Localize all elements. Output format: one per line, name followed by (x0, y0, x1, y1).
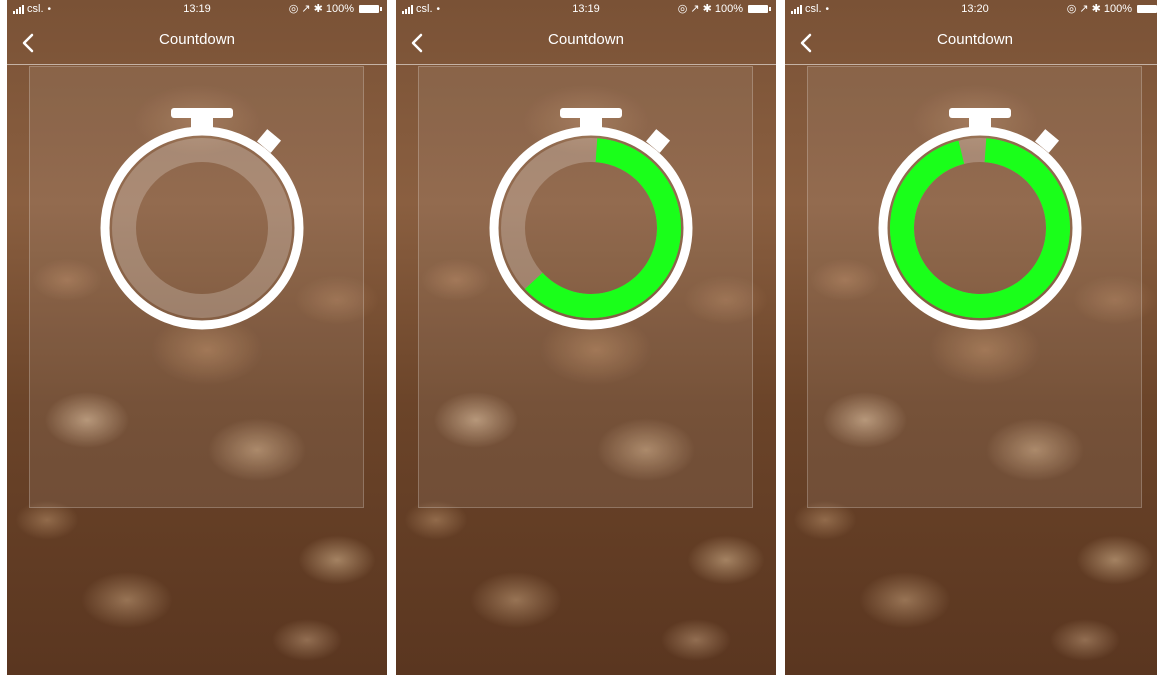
status-icons: ◎ ↗ ✱ (677, 3, 712, 15)
stopwatch-timer (100, 108, 304, 330)
status-right: ◎ ↗ ✱ 100% (288, 0, 382, 18)
page-title: Countdown (937, 31, 1013, 48)
progress-track (112, 138, 292, 318)
battery-percent: 100% (1103, 3, 1132, 15)
page-title: Countdown (548, 31, 624, 48)
status-icons: ◎ ↗ ✱ (1066, 3, 1101, 15)
phone-screen-2: csl. • 13:19 ◎ ↗ ✱ 100% Countdown (396, 0, 776, 675)
status-icons: ◎ ↗ ✱ (288, 3, 323, 15)
battery-percent: 100% (714, 3, 743, 15)
battery-icon (748, 5, 771, 13)
battery-icon (359, 5, 382, 13)
status-right: ◎ ↗ ✱ 100% (1067, 0, 1157, 18)
progress-arc (890, 138, 1070, 318)
phone-screen-3: csl. • 13:20 ◎ ↗ ✱ 100% Countdown (785, 0, 1157, 675)
stopwatch-timer (489, 108, 693, 330)
status-bar: csl. • 13:19 ◎ ↗ ✱ 100% (396, 0, 776, 18)
nav-bar: Countdown (396, 18, 776, 65)
stopwatch-timer (878, 108, 1082, 330)
status-bar: csl. • 13:19 ◎ ↗ ✱ 100% (7, 0, 387, 18)
nav-bar: Countdown (7, 18, 387, 65)
nav-bar: Countdown (785, 18, 1157, 65)
status-right: ◎ ↗ ✱ 100% (677, 0, 771, 18)
battery-icon (1137, 5, 1157, 13)
battery-percent: 100% (325, 3, 354, 15)
status-bar: csl. • 13:20 ◎ ↗ ✱ 100% (785, 0, 1157, 18)
page-title: Countdown (159, 31, 235, 48)
phone-screen-1: csl. • 13:19 ◎ ↗ ✱ 100% Countdown (7, 0, 387, 675)
